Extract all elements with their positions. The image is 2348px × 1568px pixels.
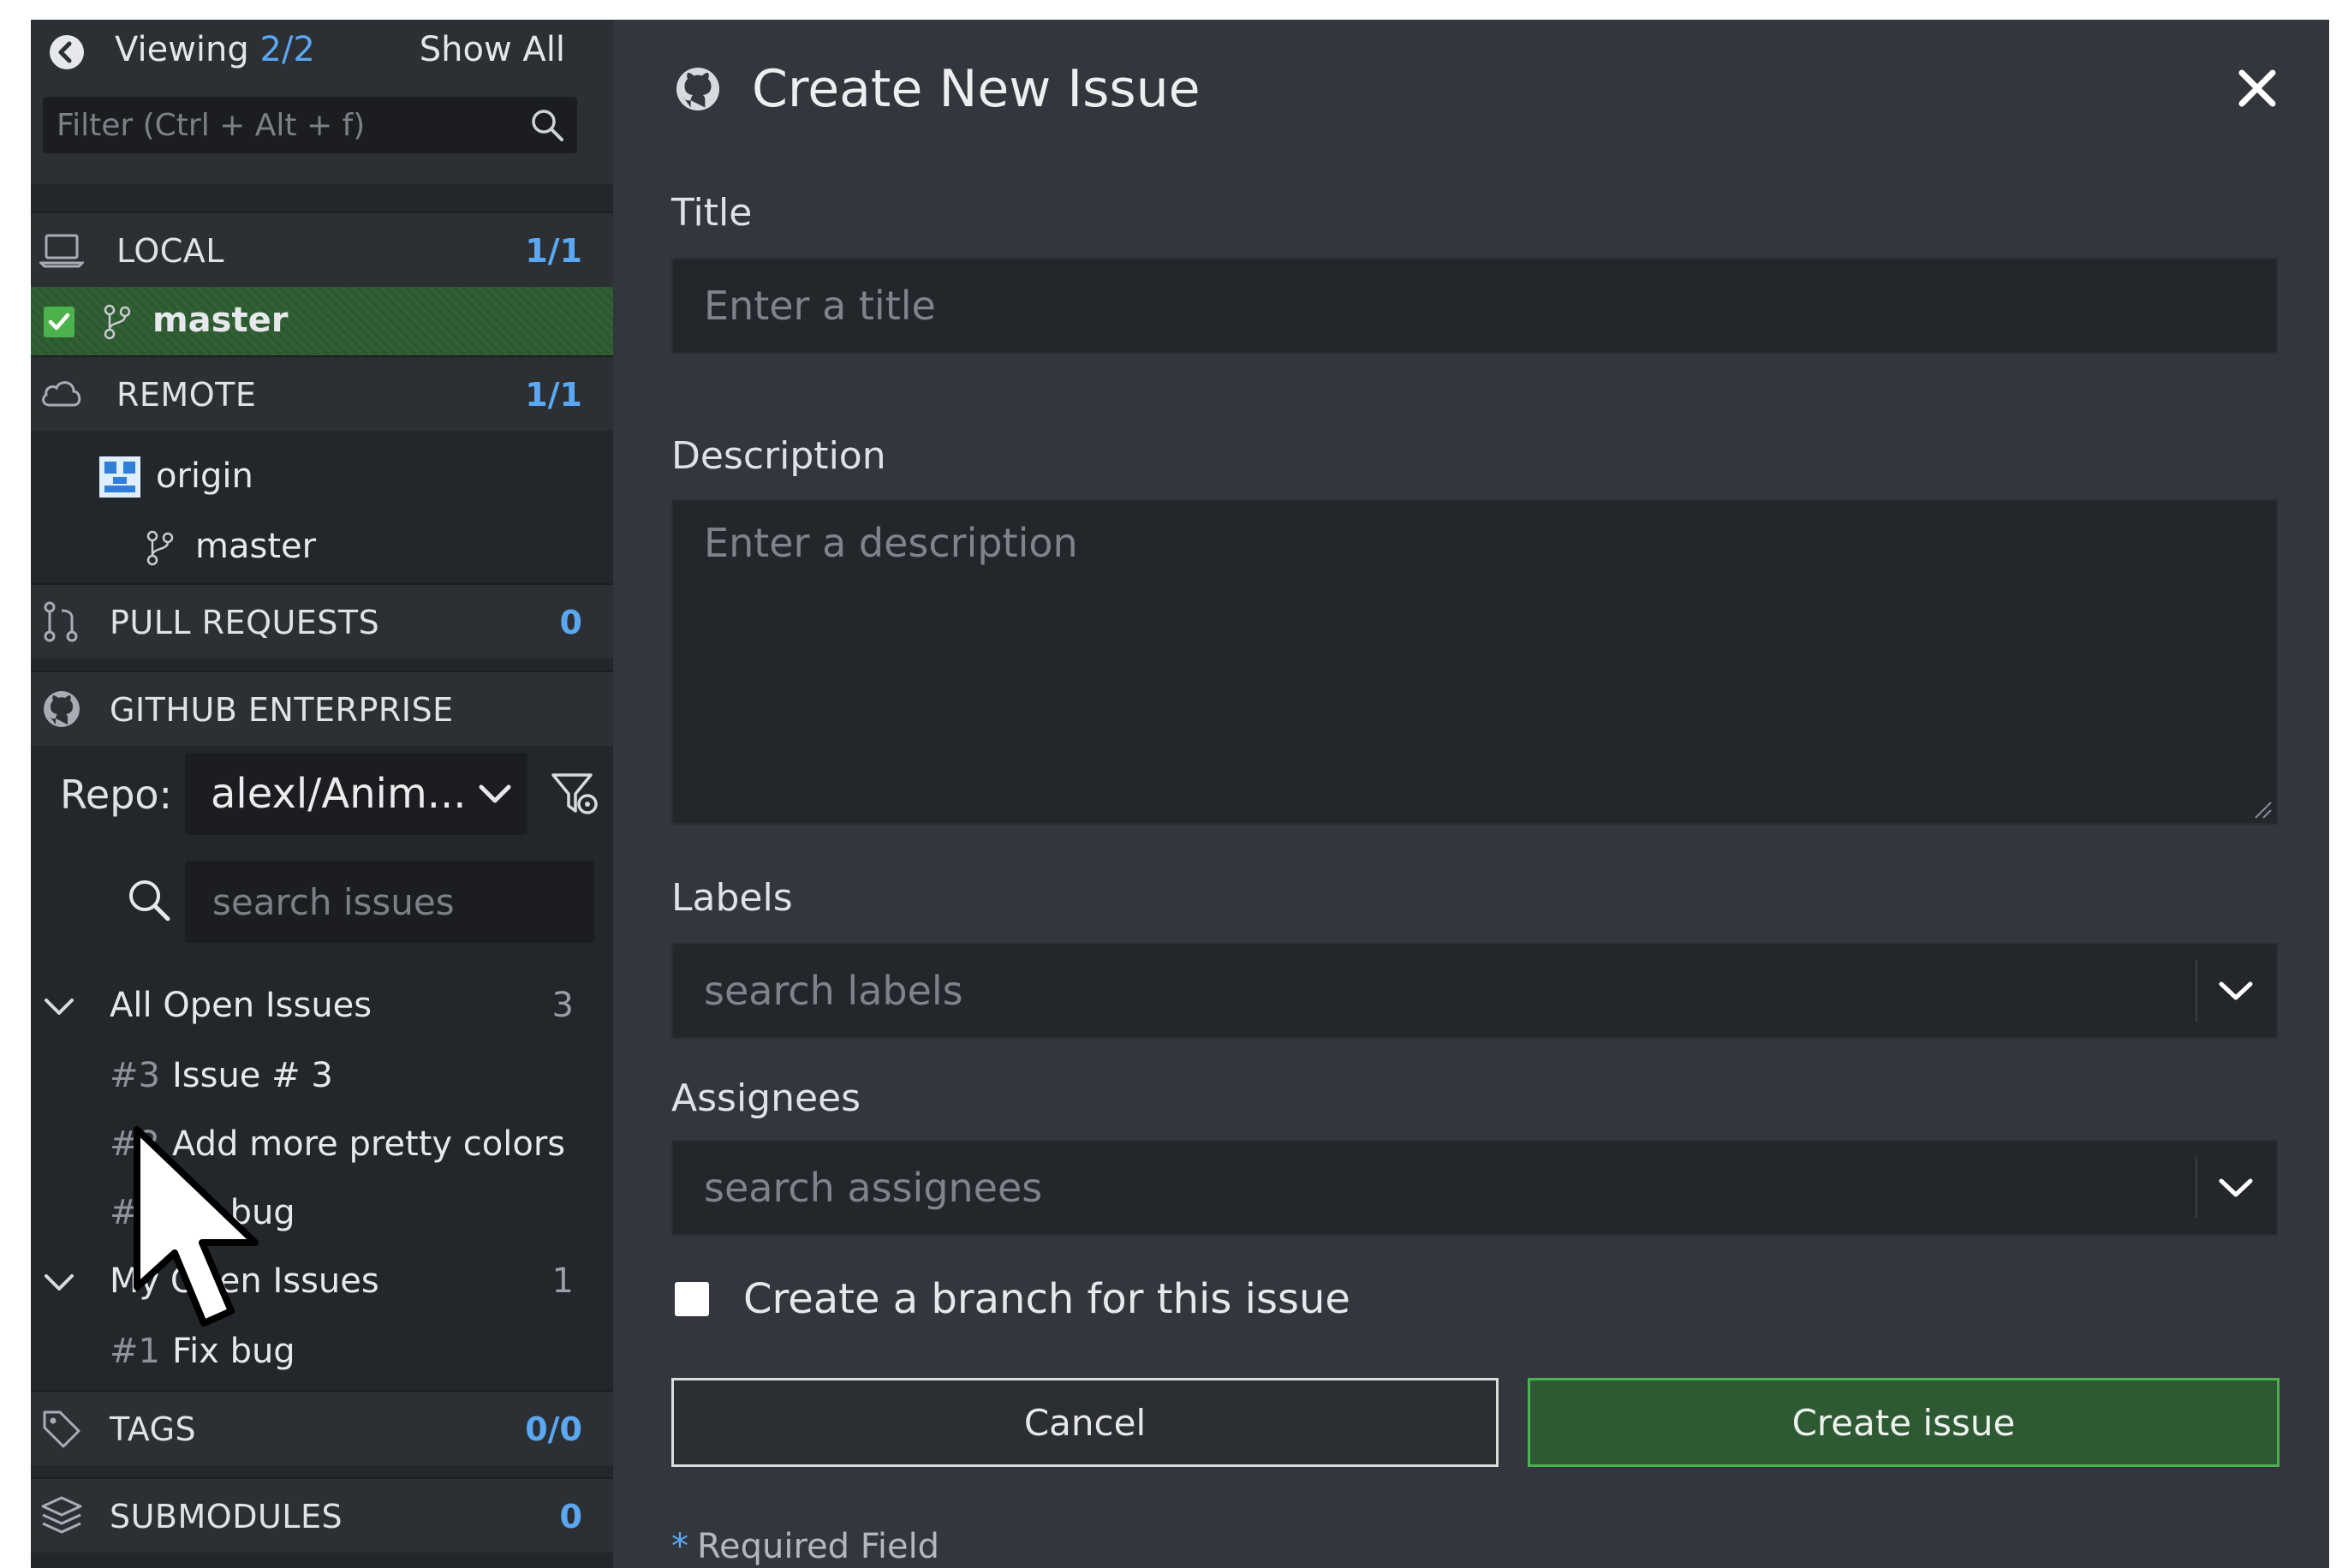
description-field <box>671 499 2278 825</box>
section-github-enterprise[interactable]: GITHUB ENTERPRISE <box>31 671 613 746</box>
resize-grip-icon[interactable] <box>2250 797 2273 820</box>
tag-icon <box>43 1410 80 1448</box>
section-pull-requests-label: PULL REQUESTS <box>110 604 380 641</box>
mouse-cursor-icon <box>134 1126 259 1327</box>
create-branch-checkbox[interactable] <box>675 1282 709 1316</box>
branch-master-remote[interactable]: master <box>31 513 613 581</box>
section-local-count: 1/1 <box>525 232 582 270</box>
section-remote-label: REMOTE <box>116 376 257 414</box>
issue-number: #3 <box>110 1056 160 1095</box>
search-icon <box>129 880 170 921</box>
description-input[interactable] <box>673 501 2276 823</box>
cancel-button[interactable]: Cancel <box>671 1378 1499 1467</box>
dropdown-separator <box>2196 960 2197 1022</box>
viewing-label: Viewing <box>115 30 249 69</box>
layers-icon <box>41 1496 82 1534</box>
chevron-down-icon <box>479 784 511 803</box>
section-tags-label: TAGS <box>110 1410 197 1448</box>
issue-item[interactable]: #1Fix bug <box>110 1332 295 1395</box>
chevron-down-icon <box>45 999 74 1015</box>
issue-item[interactable]: #3 Issue # 3 <box>110 1056 333 1119</box>
dialog-title: Create New Issue <box>752 59 1201 119</box>
title-field <box>671 258 2278 354</box>
filter-settings-icon[interactable] <box>550 768 601 820</box>
chevron-down-icon <box>45 1274 74 1291</box>
branch-name: master <box>195 527 317 566</box>
github-icon <box>676 67 720 111</box>
section-pull-requests-count: 0 <box>559 604 582 641</box>
group-count: 1 <box>551 1261 574 1301</box>
assignees-label: Assignees <box>671 1076 861 1120</box>
labels-field <box>671 943 2278 1039</box>
group-my-open-issues[interactable]: My Open Issues 1 <box>31 1251 613 1315</box>
issues-search-field <box>185 861 594 943</box>
filter-input[interactable] <box>43 97 505 153</box>
section-submodules[interactable]: SUBMODULES 0 <box>31 1477 613 1553</box>
group-label: All Open Issues <box>110 986 372 1025</box>
group-count: 3 <box>551 986 574 1025</box>
viewing-count: Viewing 2/2 <box>115 30 315 69</box>
sidebar-header: Viewing 2/2 Show All <box>31 20 613 184</box>
section-tags[interactable]: TAGS 0/0 <box>31 1390 613 1465</box>
description-label: Description <box>671 434 886 478</box>
laptop-icon <box>39 234 84 268</box>
app-window: Viewing 2/2 Show All LOCAL 1/1 <box>31 20 2329 1568</box>
required-asterisk: * <box>671 1527 688 1566</box>
group-all-open-issues[interactable]: All Open Issues 3 <box>31 975 613 1039</box>
assignees-field <box>671 1140 2278 1236</box>
close-icon[interactable] <box>2233 64 2281 112</box>
remote-avatar-icon <box>99 456 140 498</box>
back-circle-icon[interactable] <box>46 32 87 73</box>
section-local[interactable]: LOCAL 1/1 <box>31 212 613 287</box>
branch-master-local[interactable]: master <box>31 287 613 355</box>
pull-request-icon <box>44 601 78 642</box>
dropdown-separator <box>2196 1157 2197 1219</box>
repo-select[interactable]: alexl/Anim... <box>185 753 527 835</box>
create-branch-label: Create a branch for this issue <box>743 1275 1350 1323</box>
github-icon <box>44 691 80 727</box>
labels-input[interactable] <box>673 945 2276 1037</box>
section-local-label: LOCAL <box>116 232 224 270</box>
issue-title: Issue # 3 <box>171 1056 333 1095</box>
section-submodules-count: 0 <box>559 1498 582 1535</box>
repo-value: alexl/Anim... <box>211 770 467 818</box>
branch-icon <box>104 304 131 340</box>
title-label: Title <box>671 191 753 235</box>
assignees-input[interactable] <box>673 1142 2276 1234</box>
labels-label: Labels <box>671 876 793 920</box>
title-input[interactable] <box>673 259 2276 352</box>
section-submodules-label: SUBMODULES <box>110 1498 343 1535</box>
checkbox-checked-icon[interactable] <box>43 306 75 338</box>
show-all-button[interactable]: Show All <box>420 30 565 69</box>
chevron-down-icon[interactable] <box>2216 1171 2256 1205</box>
chevron-down-icon[interactable] <box>2216 974 2256 1008</box>
branch-name: master <box>152 301 289 340</box>
section-pull-requests[interactable]: PULL REQUESTS 0 <box>31 583 613 659</box>
cloud-icon <box>42 381 81 407</box>
remote-origin[interactable]: origin <box>31 443 613 511</box>
remote-name: origin <box>156 456 253 496</box>
create-issue-button[interactable]: Create issue <box>1528 1378 2279 1467</box>
section-tags-count: 0/0 <box>525 1410 582 1448</box>
required-field-note: * Required Field <box>671 1527 939 1566</box>
filter-field <box>43 97 577 153</box>
create-issue-dialog: Create New Issue Title Description Label… <box>613 20 2329 1568</box>
viewing-number: 2/2 <box>259 30 315 69</box>
section-remote[interactable]: REMOTE 1/1 <box>31 355 613 431</box>
repo-label: Repo: <box>60 772 173 818</box>
section-github-enterprise-label: GITHUB ENTERPRISE <box>110 691 454 729</box>
branch-icon <box>146 530 174 566</box>
left-panel: Viewing 2/2 Show All LOCAL 1/1 <box>31 20 613 1568</box>
section-remote-count: 1/1 <box>525 376 582 414</box>
issues-search-input[interactable] <box>185 861 594 943</box>
search-icon[interactable] <box>529 107 565 143</box>
required-text: Required Field <box>697 1527 940 1566</box>
